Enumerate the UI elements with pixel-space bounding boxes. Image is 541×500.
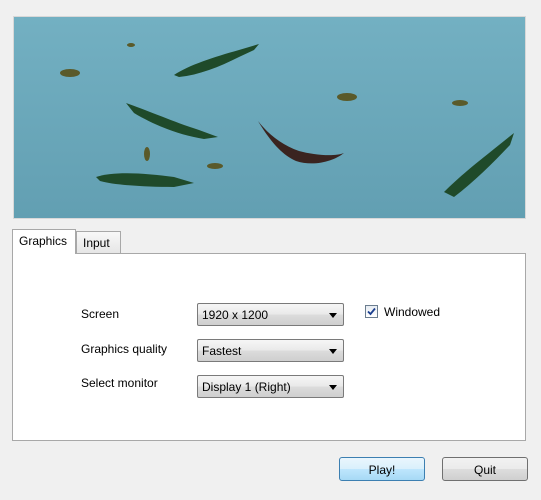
select-monitor-label: Select monitor	[81, 376, 158, 390]
monitor-select[interactable]: Display 1 (Right)	[197, 375, 344, 398]
monitor-value: Display 1 (Right)	[202, 380, 291, 394]
banner-image	[13, 16, 526, 219]
tab-input[interactable]: Input	[76, 231, 121, 253]
fish-1	[60, 69, 80, 77]
screen-resolution-select[interactable]: 1920 x 1200	[197, 303, 344, 326]
windowed-checkbox[interactable]	[365, 305, 378, 318]
graphics-quality-value: Fastest	[202, 344, 242, 358]
graphics-quality-select[interactable]: Fastest	[197, 339, 344, 362]
banner-illustration	[14, 17, 525, 218]
fish-6	[144, 147, 150, 161]
tab-graphics[interactable]: Graphics	[12, 229, 76, 254]
chevron-down-icon	[329, 313, 337, 318]
fish-2	[127, 43, 135, 47]
chevron-down-icon	[329, 385, 337, 390]
quit-button[interactable]: Quit	[442, 457, 528, 481]
fish-5	[207, 163, 223, 169]
checkmark-icon	[367, 307, 376, 316]
screen-resolution-value: 1920 x 1200	[202, 308, 269, 322]
tab-input-label: Input	[83, 236, 110, 250]
fish-4	[452, 100, 468, 106]
tab-graphics-label: Graphics	[19, 234, 68, 248]
play-button[interactable]: Play!	[339, 457, 425, 481]
fish-3	[337, 93, 357, 101]
chevron-down-icon	[329, 349, 337, 354]
graphics-quality-label: Graphics quality	[81, 342, 168, 356]
windowed-label: Windowed	[384, 305, 441, 319]
screen-label: Screen	[81, 307, 120, 321]
